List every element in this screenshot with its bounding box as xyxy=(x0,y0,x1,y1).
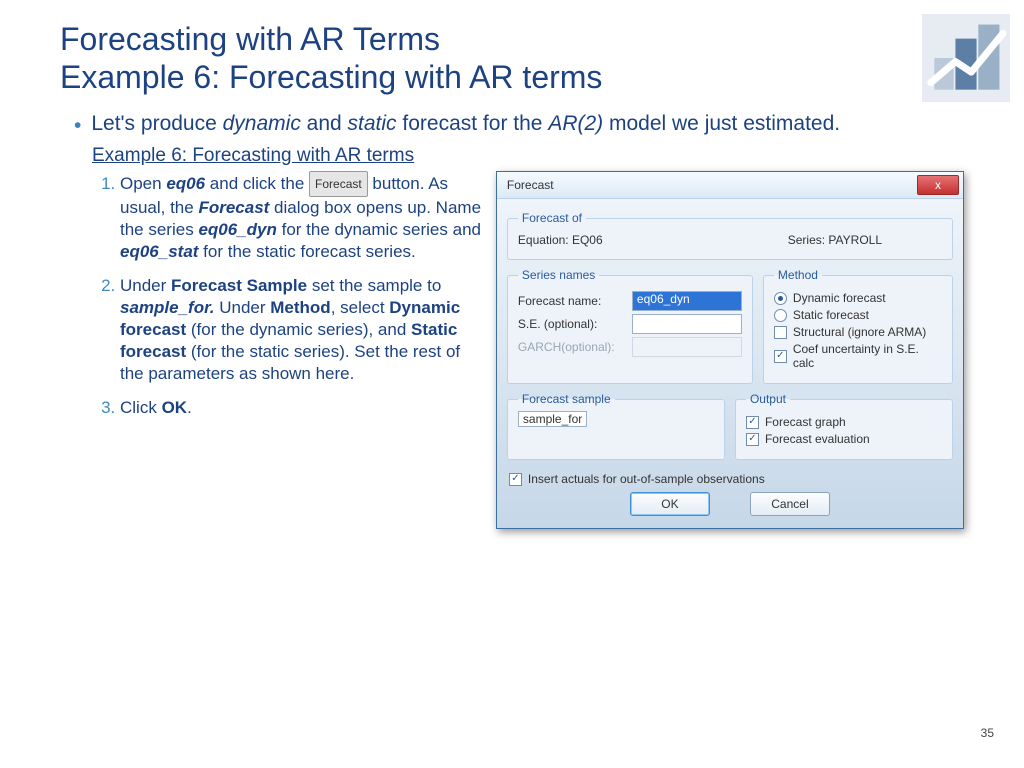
title-line2: Example 6: Forecasting with AR terms xyxy=(60,59,602,95)
dialog-title: Forecast xyxy=(507,178,554,192)
checkbox-actuals-label: Insert actuals for out-of-sample observa… xyxy=(528,472,765,486)
intro-dynamic: dynamic xyxy=(223,112,301,135)
checkbox-eval-label: Forecast evaluation xyxy=(765,432,870,446)
s1-fordyn: for the dynamic series and xyxy=(277,220,481,239)
forecast-name-label: Forecast name: xyxy=(518,294,628,308)
dialog-buttons: OK Cancel xyxy=(507,492,953,516)
intro-bullet: • Let's produce dynamic and static forec… xyxy=(74,110,964,139)
checkbox-icon xyxy=(746,433,759,446)
intro-mid1: and xyxy=(301,112,348,135)
checkbox-coef[interactable]: Coef uncertainty in S.E. calc xyxy=(774,342,942,370)
checkbox-forecast-graph[interactable]: Forecast graph xyxy=(746,415,942,429)
se-input[interactable] xyxy=(632,314,742,334)
radio-static[interactable]: Static forecast xyxy=(774,308,942,322)
output-legend: Output xyxy=(746,392,790,406)
s2-samplefor: sample_for. xyxy=(120,298,215,317)
checkbox-structural[interactable]: Structural (ignore ARMA) xyxy=(774,325,942,339)
forecast-sample-legend: Forecast sample xyxy=(518,392,615,406)
s1-forecast: Forecast xyxy=(198,198,269,217)
checkbox-coef-label: Coef uncertainty in S.E. calc xyxy=(793,342,942,370)
s3-ok: OK xyxy=(162,398,188,417)
bullet-icon: • xyxy=(74,112,81,139)
ok-button[interactable]: OK xyxy=(630,492,710,516)
intro-pre: Let's produce xyxy=(91,112,222,135)
series-label: Series: PAYROLL xyxy=(788,233,882,247)
radio-icon xyxy=(774,309,787,322)
logo-icon xyxy=(922,14,1010,102)
title-line1: Forecasting with AR Terms xyxy=(60,21,440,57)
intro-post: model we just estimated. xyxy=(603,112,840,135)
s1-andclick: and click the xyxy=(205,174,309,193)
checkbox-graph-label: Forecast graph xyxy=(765,415,846,429)
checkbox-forecast-eval[interactable]: Forecast evaluation xyxy=(746,432,942,446)
equation-label: Equation: EQ06 xyxy=(518,233,603,247)
cancel-button[interactable]: Cancel xyxy=(750,492,830,516)
method-group: Method Dynamic forecast Static forecast … xyxy=(763,268,953,384)
checkbox-structural-label: Structural (ignore ARMA) xyxy=(793,325,926,339)
radio-dynamic[interactable]: Dynamic forecast xyxy=(774,291,942,305)
forecast-sample-input[interactable]: sample_for xyxy=(518,411,587,427)
dialog-body: Forecast of Equation: EQ06 Series: PAYRO… xyxy=(497,199,963,528)
intro-static: static xyxy=(348,112,397,135)
forecast-of-legend: Forecast of xyxy=(518,211,586,225)
forecast-sample-group: Forecast sample sample_for xyxy=(507,392,725,460)
output-group: Output Forecast graph Forecast evaluatio… xyxy=(735,392,953,460)
forecast-button-icon: Forecast xyxy=(309,171,368,197)
step-2: Under Forecast Sample set the sample to … xyxy=(120,275,486,385)
series-names-group: Series names Forecast name: eq06_dyn S.E… xyxy=(507,268,753,384)
close-icon[interactable]: x xyxy=(917,175,959,195)
checkbox-icon xyxy=(774,326,787,339)
s3-dot: . xyxy=(187,398,192,417)
s2-select: , select xyxy=(331,298,390,317)
garch-input xyxy=(632,337,742,357)
body-columns: Open eq06 and click the Forecast button.… xyxy=(92,171,964,529)
s2-under2: Under xyxy=(215,298,271,317)
radio-static-label: Static forecast xyxy=(793,308,869,322)
s1-eq06stat: eq06_stat xyxy=(120,242,198,261)
steps-list: Open eq06 and click the Forecast button.… xyxy=(92,171,496,431)
s2-setto: set the sample to xyxy=(307,276,441,295)
checkbox-icon xyxy=(746,416,759,429)
intro-ar2: AR(2) xyxy=(548,112,603,135)
slide: Forecasting with AR Terms Example 6: For… xyxy=(0,0,1024,768)
checkbox-icon xyxy=(509,473,522,486)
s1-forstat: for the static forecast series. xyxy=(198,242,415,261)
intro-text: Let's produce dynamic and static forecas… xyxy=(91,110,840,137)
s1-eq06: eq06 xyxy=(166,174,205,193)
method-legend: Method xyxy=(774,268,822,282)
s2-under: Under xyxy=(120,276,171,295)
se-label: S.E. (optional): xyxy=(518,317,628,331)
forecast-dialog: Forecast x Forecast of Equation: EQ06 Se… xyxy=(496,171,964,529)
forecast-name-input[interactable]: eq06_dyn xyxy=(632,291,742,311)
series-names-legend: Series names xyxy=(518,268,599,282)
s2-method: Method xyxy=(270,298,330,317)
s2-fordyn: (for the dynamic series), and xyxy=(186,320,411,339)
page-number: 35 xyxy=(981,726,994,740)
intro-mid2: forecast for the xyxy=(397,112,549,135)
checkbox-insert-actuals[interactable]: Insert actuals for out-of-sample observa… xyxy=(509,472,951,486)
s2-fs: Forecast Sample xyxy=(171,276,307,295)
slide-title: Forecasting with AR Terms Example 6: For… xyxy=(60,20,964,96)
s1-open: Open xyxy=(120,174,166,193)
radio-dynamic-label: Dynamic forecast xyxy=(793,291,886,305)
dialog-titlebar: Forecast x xyxy=(497,172,963,199)
example-heading: Example 6: Forecasting with AR terms xyxy=(92,145,964,167)
s1-eq06dyn: eq06_dyn xyxy=(198,220,276,239)
s3-click: Click xyxy=(120,398,162,417)
step-3: Click OK. xyxy=(120,397,486,419)
garch-label: GARCH(optional): xyxy=(518,340,628,354)
checkbox-icon xyxy=(774,350,787,363)
radio-icon xyxy=(774,292,787,305)
step-1: Open eq06 and click the Forecast button.… xyxy=(120,171,486,263)
forecast-of-group: Forecast of Equation: EQ06 Series: PAYRO… xyxy=(507,211,953,260)
